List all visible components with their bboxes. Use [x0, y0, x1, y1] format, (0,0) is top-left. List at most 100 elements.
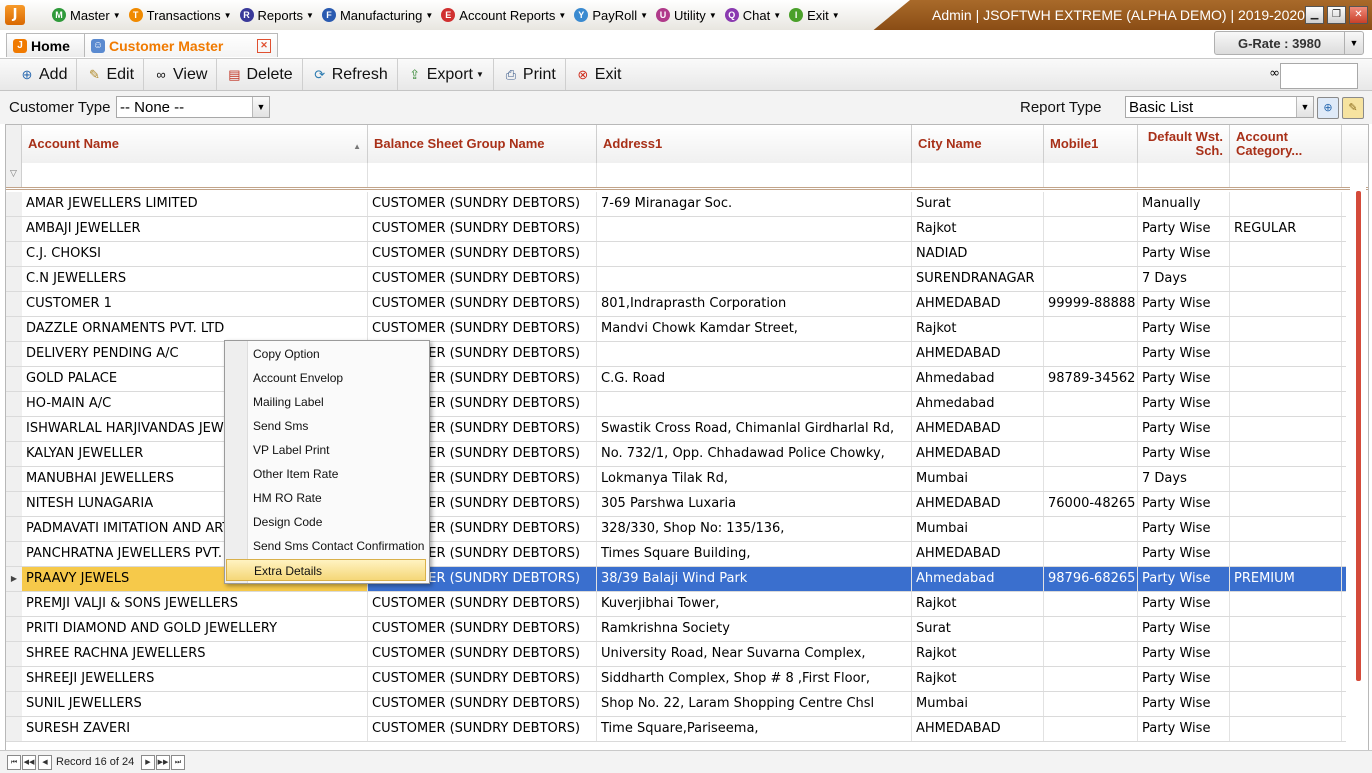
table-cell[interactable]: [1044, 642, 1138, 666]
row-selector[interactable]: [6, 542, 22, 566]
next-record-icon[interactable]: ▶: [141, 755, 155, 770]
table-cell[interactable]: [1044, 542, 1138, 566]
filter-icon[interactable]: ▽: [6, 163, 22, 187]
table-row[interactable]: MANUBHAI JEWELLERS CUSTOMER (SUNDRY DEBTO…: [6, 467, 1346, 492]
menu-item-chat[interactable]: Q Chat ▼: [721, 0, 785, 30]
table-cell[interactable]: 7 Days: [1138, 467, 1230, 491]
table-cell[interactable]: Party Wise: [1138, 217, 1230, 241]
export-button[interactable]: ⇪ Export ▼: [398, 59, 494, 90]
table-cell[interactable]: CUSTOMER (SUNDRY DEBTORS): [368, 692, 597, 716]
table-cell[interactable]: AMBAJI JEWELLER: [22, 217, 368, 241]
table-cell[interactable]: Manually: [1138, 192, 1230, 216]
table-cell[interactable]: [1230, 242, 1342, 266]
table-cell[interactable]: [1230, 492, 1342, 516]
table-cell[interactable]: [1230, 317, 1342, 341]
table-cell[interactable]: Ramkrishna Society: [597, 617, 912, 641]
table-cell[interactable]: CUSTOMER (SUNDRY DEBTORS): [368, 317, 597, 341]
table-cell[interactable]: CUSTOMER (SUNDRY DEBTORS): [368, 667, 597, 691]
current-row-indicator-icon[interactable]: ▶: [6, 567, 22, 591]
table-cell[interactable]: University Road, Near Suvarna Complex,: [597, 642, 912, 666]
prev-record-icon[interactable]: ◀: [38, 755, 52, 770]
table-cell[interactable]: [597, 267, 912, 291]
table-row[interactable]: GOLD PALACE CUSTOMER (SUNDRY DEBTORS) C.G.…: [6, 367, 1346, 392]
table-cell[interactable]: Rajkot: [912, 217, 1044, 241]
table-cell[interactable]: CUSTOMER (SUNDRY DEBTORS): [368, 292, 597, 316]
table-cell[interactable]: [1044, 667, 1138, 691]
add-button[interactable]: ⊕ Add: [10, 59, 78, 90]
table-cell[interactable]: [1230, 442, 1342, 466]
table-cell[interactable]: Siddharth Complex, Shop # 8 ,First Floor…: [597, 667, 912, 691]
table-cell[interactable]: 99999-88888: [1044, 292, 1138, 316]
table-cell[interactable]: Surat: [912, 192, 1044, 216]
table-cell[interactable]: [1230, 192, 1342, 216]
last-record-icon[interactable]: ⏭: [171, 755, 185, 770]
table-cell[interactable]: [1230, 267, 1342, 291]
table-cell[interactable]: Rajkot: [912, 667, 1044, 691]
table-cell[interactable]: 305 Parshwa Luxaria: [597, 492, 912, 516]
menu-item-master[interactable]: M Master ▼: [48, 0, 125, 30]
app-logo-icon[interactable]: J: [5, 5, 25, 25]
table-cell[interactable]: [1044, 392, 1138, 416]
context-menu-item-send-sms-contact-confirmation[interactable]: Send Sms Contact Confirmation: [226, 535, 426, 557]
table-cell[interactable]: [1044, 267, 1138, 291]
context-menu-item-extra-details[interactable]: Extra Details: [226, 559, 426, 581]
table-cell[interactable]: AHMEDABAD: [912, 342, 1044, 366]
context-menu-item-copy-option[interactable]: Copy Option: [226, 343, 426, 365]
table-cell[interactable]: Kuverjibhai Tower,: [597, 592, 912, 616]
row-selector[interactable]: [6, 417, 22, 441]
chevron-down-icon[interactable]: ▼: [1344, 32, 1363, 54]
search-input[interactable]: [1280, 63, 1358, 89]
table-row[interactable]: AMBAJI JEWELLER CUSTOMER (SUNDRY DEBTORS)…: [6, 217, 1346, 242]
column-header-account-category[interactable]: Account Category...: [1230, 125, 1342, 163]
table-cell[interactable]: Shop No. 22, Laram Shopping Centre Chsl: [597, 692, 912, 716]
prev-page-icon[interactable]: ◀◀: [22, 755, 36, 770]
table-row[interactable]: CUSTOMER 1 CUSTOMER (SUNDRY DEBTORS) 801,I…: [6, 292, 1346, 317]
table-cell[interactable]: [1044, 467, 1138, 491]
filter-cell[interactable]: [368, 163, 597, 187]
table-row[interactable]: PRITI DIAMOND AND GOLD JEWELLERY CUSTOMER…: [6, 617, 1346, 642]
table-cell[interactable]: [1044, 317, 1138, 341]
context-menu-item-send-sms[interactable]: Send Sms: [226, 415, 426, 437]
table-cell[interactable]: [1230, 717, 1342, 741]
table-cell[interactable]: Party Wise: [1138, 342, 1230, 366]
refresh-button[interactable]: ⟳ Refresh: [303, 59, 398, 90]
menu-item-account-reports[interactable]: E Account Reports ▼: [437, 0, 570, 30]
table-row[interactable]: ▶ PRAAVY JEWELS CUSTOMER (SUNDRY DEBTORS) 3…: [6, 567, 1346, 592]
table-row[interactable]: SHREE RACHNA JEWELLERS CUSTOMER (SUNDRY D…: [6, 642, 1346, 667]
column-header-default-wst-sch[interactable]: Default Wst. Sch.: [1138, 125, 1230, 163]
table-row[interactable]: PREMJI VALJI & SONS JEWELLERS CUSTOMER (S…: [6, 592, 1346, 617]
column-header-mobile1[interactable]: Mobile1: [1044, 125, 1138, 163]
table-cell[interactable]: Party Wise: [1138, 717, 1230, 741]
row-selector[interactable]: [6, 467, 22, 491]
row-selector[interactable]: [6, 592, 22, 616]
edit-button[interactable]: ✎ Edit: [77, 59, 145, 90]
minimize-icon[interactable]: ▁: [1305, 6, 1324, 24]
next-page-icon[interactable]: ▶▶: [156, 755, 170, 770]
filter-cell[interactable]: [1230, 163, 1342, 187]
table-cell[interactable]: NADIAD: [912, 242, 1044, 266]
table-cell[interactable]: PREMJI VALJI & SONS JEWELLERS: [22, 592, 368, 616]
row-selector[interactable]: [6, 717, 22, 741]
table-cell[interactable]: [597, 392, 912, 416]
column-header-address1[interactable]: Address1: [597, 125, 912, 163]
table-cell[interactable]: [1044, 442, 1138, 466]
filter-cell[interactable]: [597, 163, 912, 187]
table-cell[interactable]: Party Wise: [1138, 492, 1230, 516]
table-cell[interactable]: CUSTOMER (SUNDRY DEBTORS): [368, 267, 597, 291]
table-cell[interactable]: Party Wise: [1138, 517, 1230, 541]
menu-item-exit[interactable]: I Exit ▼: [785, 0, 844, 30]
table-row[interactable]: ISHWARLAL HARJIVANDAS JEWELLERS CUSTOMER …: [6, 417, 1346, 442]
table-cell[interactable]: [1044, 217, 1138, 241]
table-cell[interactable]: CUSTOMER (SUNDRY DEBTORS): [368, 642, 597, 666]
row-selector[interactable]: [6, 192, 22, 216]
filter-cell[interactable]: [22, 163, 368, 187]
table-cell[interactable]: CUSTOMER (SUNDRY DEBTORS): [368, 217, 597, 241]
table-cell[interactable]: Time Square,Pariseema,: [597, 717, 912, 741]
table-cell[interactable]: Lokmanya Tilak Rd,: [597, 467, 912, 491]
row-selector[interactable]: [6, 642, 22, 666]
table-cell[interactable]: [1230, 542, 1342, 566]
table-cell[interactable]: 98789-34562: [1044, 367, 1138, 391]
table-cell[interactable]: Rajkot: [912, 317, 1044, 341]
table-cell[interactable]: AHMEDABAD: [912, 717, 1044, 741]
table-cell[interactable]: Party Wise: [1138, 692, 1230, 716]
